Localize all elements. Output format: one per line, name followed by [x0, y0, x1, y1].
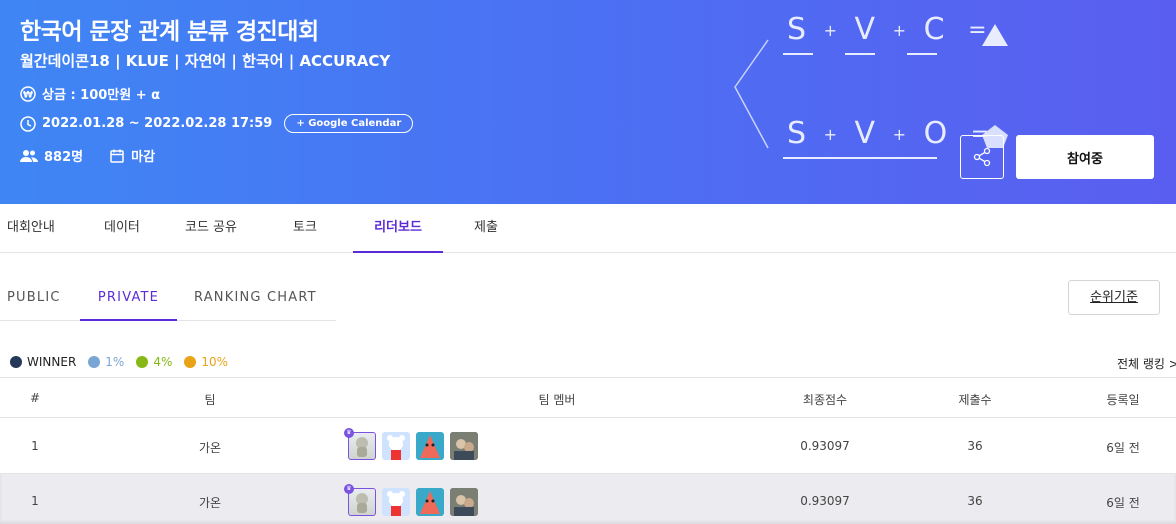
- ranking-criteria-button[interactable]: 순위기준: [1068, 280, 1160, 315]
- row-score: 0.93097: [800, 494, 850, 508]
- subtab-public[interactable]: PUBLIC: [7, 276, 61, 321]
- team-members: ♛: [344, 428, 484, 460]
- formula-v: V: [854, 12, 876, 47]
- table-row[interactable]: 1 가온 ♛ 0.93097 36 6일 전: [0, 418, 1176, 474]
- header-team: 팀: [204, 393, 216, 407]
- share-button[interactable]: [960, 135, 1004, 179]
- leader-avatar-wrap: ♛: [344, 428, 382, 460]
- avatar[interactable]: [450, 432, 478, 460]
- formula-s: S: [787, 116, 807, 151]
- legend-label: 1%: [105, 355, 125, 369]
- 1pct-dot: [88, 356, 101, 368]
- subtab-private[interactable]: PRIVATE: [80, 276, 177, 321]
- winner-dot: [10, 356, 22, 368]
- avatar[interactable]: [382, 432, 410, 460]
- formula-c: C: [923, 12, 945, 47]
- tab-overview[interactable]: 대회안내: [7, 204, 55, 253]
- all-ranking-link[interactable]: 전체 랭킹 >: [1117, 355, 1176, 372]
- formula-v: V: [854, 116, 876, 151]
- legend-label: 4%: [153, 355, 173, 369]
- formula-plus: +: [892, 125, 907, 144]
- competition-tabs: 대회안내 데이터 코드 공유 토크 리더보드 제출: [0, 204, 1176, 253]
- join-button[interactable]: 참여중: [1016, 135, 1154, 179]
- header-members: 팀 멤버: [538, 393, 576, 407]
- header-registered: 등록일: [1106, 393, 1140, 407]
- team-members: ♛: [344, 484, 484, 516]
- avatar[interactable]: [416, 432, 444, 460]
- formula-s: S: [787, 12, 807, 47]
- legend-item-1pct: 1%: [88, 355, 124, 369]
- leaderboard-subtabs: PUBLIC PRIVATE RANKING CHART: [0, 276, 336, 321]
- formula-plus: +: [892, 21, 907, 40]
- legend-label: WINNER: [27, 355, 77, 369]
- formula-line-2: S + V + O =: [787, 116, 989, 151]
- share-icon: [973, 147, 991, 167]
- avatar[interactable]: [416, 488, 444, 516]
- row-registered: 6일 전: [1106, 496, 1140, 510]
- crown-icon: ♛: [344, 428, 354, 438]
- legend-item-4pct: 4%: [136, 355, 172, 369]
- avatar[interactable]: [450, 488, 478, 516]
- tab-submit[interactable]: 제출: [474, 204, 498, 253]
- 4pct-dot: [136, 356, 149, 368]
- legend-label: 10%: [201, 355, 229, 369]
- row-team[interactable]: 가온: [199, 494, 221, 511]
- row-submissions: 36: [967, 494, 983, 508]
- leaderboard-header: # 팀 팀 멤버 최종점수 제출수 등록일: [0, 377, 1176, 418]
- subtab-ranking-chart[interactable]: RANKING CHART: [194, 276, 317, 321]
- tab-data[interactable]: 데이터: [104, 204, 140, 253]
- header-score: 최종점수: [802, 393, 848, 407]
- tier-legend: WINNER 1% 4% 10%: [10, 355, 240, 369]
- formula-equals: =: [968, 18, 987, 43]
- tab-leaderboard[interactable]: 리더보드: [353, 204, 443, 253]
- tab-code-share[interactable]: 코드 공유: [185, 204, 237, 253]
- header-rank: #: [29, 391, 41, 405]
- competition-banner: 한국어 문장 관계 분류 경진대회 월간데이콘18 | KLUE | 자연어 |…: [0, 0, 1176, 204]
- crown-icon: ♛: [344, 484, 354, 494]
- row-team[interactable]: 가온: [199, 439, 221, 456]
- leader-avatar-wrap: ♛: [344, 484, 382, 516]
- avatar[interactable]: [382, 488, 410, 516]
- formula-o: O: [923, 116, 948, 151]
- formula-plus: +: [823, 21, 837, 40]
- row-rank: 1: [31, 494, 39, 508]
- row-rank: 1: [31, 439, 39, 453]
- row-registered: 6일 전: [1106, 441, 1140, 455]
- header-submissions: 제출수: [958, 393, 992, 407]
- table-row[interactable]: 1 가온 ♛ 0.93097 36 6일 전: [0, 474, 1176, 524]
- 10pct-dot: [184, 356, 197, 368]
- formula-line-1: S + V + C =: [787, 12, 987, 47]
- row-score: 0.93097: [800, 439, 850, 453]
- formula-plus: +: [823, 125, 837, 144]
- legend-item-10pct: 10%: [184, 355, 228, 369]
- row-submissions: 36: [967, 439, 983, 453]
- tab-talk[interactable]: 토크: [293, 204, 317, 253]
- legend-item-winner: WINNER: [10, 355, 76, 369]
